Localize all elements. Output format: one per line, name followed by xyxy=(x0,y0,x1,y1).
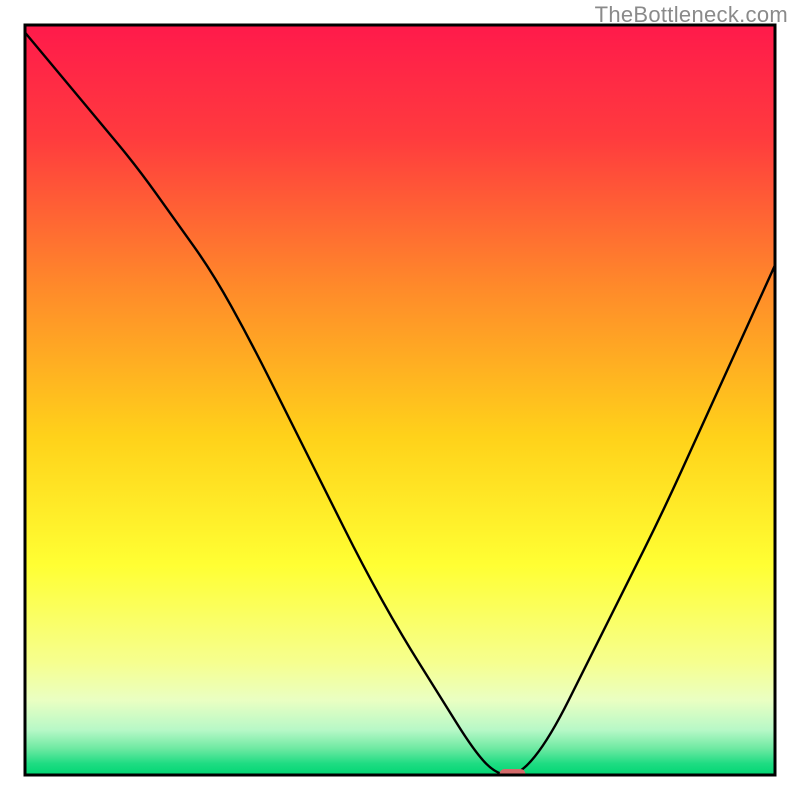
watermark-label: TheBottleneck.com xyxy=(595,2,788,28)
chart-container: TheBottleneck.com xyxy=(0,0,800,800)
plot-background xyxy=(25,25,775,775)
bottleneck-chart xyxy=(0,0,800,800)
